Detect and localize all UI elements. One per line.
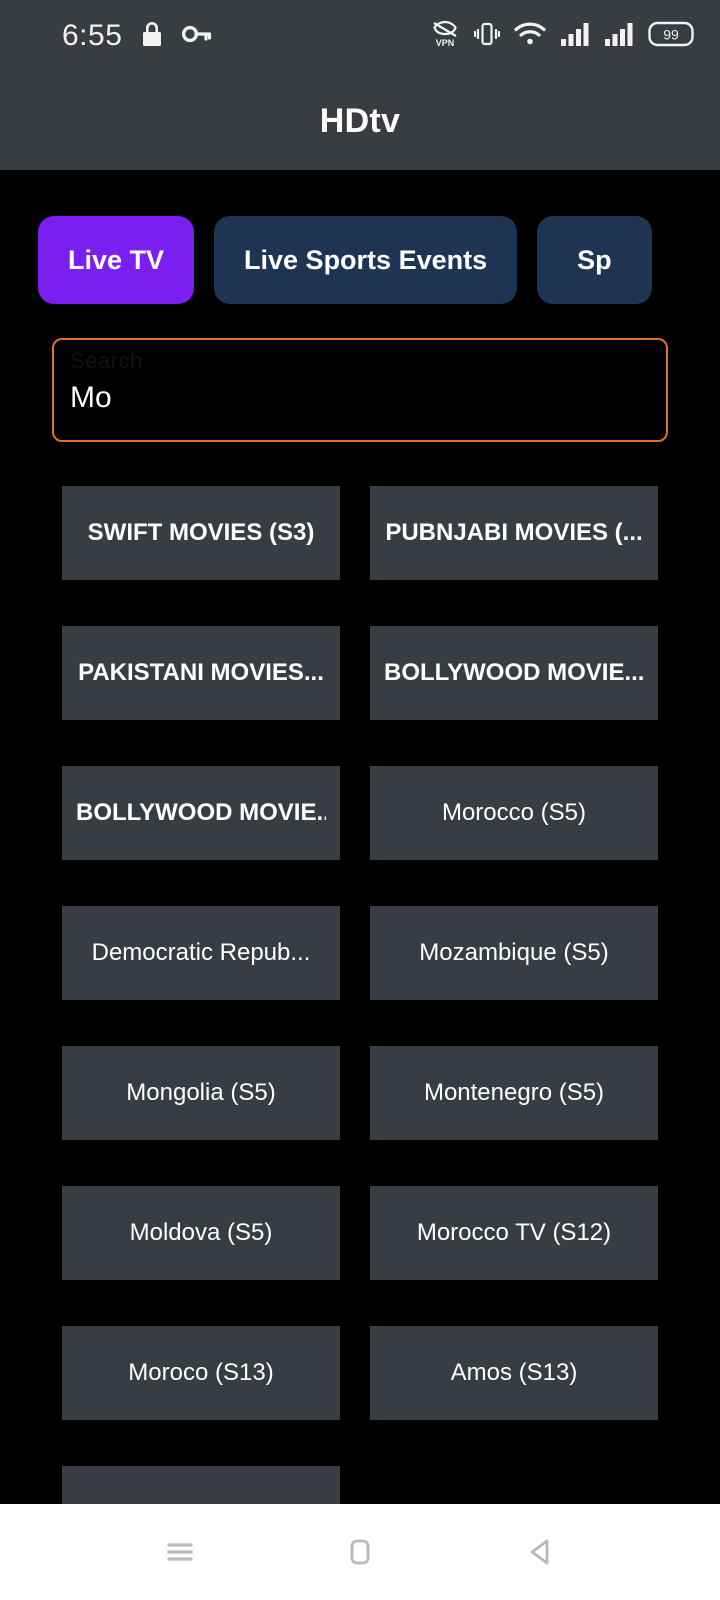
- grid-item[interactable]: Moldova (S5): [62, 1186, 340, 1280]
- grid-item[interactable]: Democratic Repub...: [62, 906, 340, 1000]
- grid-item-label: Democratic Repub...: [91, 939, 311, 966]
- grid-item[interactable]: Amos (S13): [370, 1326, 658, 1420]
- lock-icon: [140, 20, 164, 53]
- grid-item-label: Mozambique (S5): [419, 939, 609, 966]
- system-navigation-bar: [0, 1504, 720, 1600]
- grid-item[interactable]: [62, 1466, 340, 1504]
- signal-bars-icon: [560, 21, 590, 52]
- tab-live-tv[interactable]: Live TV: [38, 216, 195, 304]
- grid-item[interactable]: BOLLYWOOD MOVIE...: [62, 766, 340, 860]
- tab-label: Live TV: [68, 244, 165, 275]
- grid-item-label: Montenegro (S5): [423, 1079, 605, 1106]
- key-icon: [182, 22, 212, 51]
- grid-item[interactable]: PUBNJABI MOVIES (...: [370, 486, 658, 580]
- search-input-value: Mo: [70, 381, 112, 414]
- grid-item-label: Mongolia (S5): [126, 1079, 276, 1106]
- grid-item[interactable]: Morocco TV (S12): [370, 1186, 658, 1280]
- tab-bar[interactable]: Live TV Live Sports Events Sp: [0, 170, 720, 308]
- tab-label: Live Sports Events: [244, 244, 488, 275]
- signal-bars-icon: [604, 21, 634, 52]
- channel-grid: SWIFT MOVIES (S3) PUBNJABI MOVIES (... P…: [0, 486, 720, 1504]
- search-input[interactable]: Search Mo: [52, 338, 668, 442]
- grid-item-label: Moroco (S13): [128, 1359, 274, 1386]
- grid-item-label: Amos (S13): [450, 1359, 578, 1386]
- grid-item[interactable]: Moroco (S13): [62, 1326, 340, 1420]
- battery-icon: 99: [648, 21, 694, 52]
- grid-item-label: SWIFT MOVIES (S3): [87, 519, 315, 546]
- status-bar-left: 6:55: [62, 20, 212, 53]
- grid-item-label: BOLLYWOOD MOVIE...: [384, 659, 644, 686]
- tab-label: Sp: [577, 244, 612, 275]
- grid-item-label: Moldova (S5): [129, 1219, 273, 1246]
- app-title: HDtv: [319, 101, 401, 140]
- grid-item-label: BOLLYWOOD MOVIE...: [76, 799, 326, 826]
- grid-item[interactable]: BOLLYWOOD MOVIE...: [370, 626, 658, 720]
- main-content: Live TV Live Sports Events Sp Search Mo …: [0, 170, 720, 1504]
- status-bar-right: VPN 99: [430, 19, 694, 54]
- vibrate-icon: [473, 20, 501, 53]
- wifi-icon: [514, 21, 546, 52]
- grid-item[interactable]: SWIFT MOVIES (S3): [62, 486, 340, 580]
- grid-item[interactable]: Mongolia (S5): [62, 1046, 340, 1140]
- status-time: 6:55: [62, 19, 123, 52]
- status-bar: 6:55 VPN 99: [0, 0, 720, 72]
- grid-item-label: Morocco (S5): [441, 799, 587, 826]
- battery-level-text: 99: [663, 26, 679, 42]
- back-icon[interactable]: [505, 1517, 575, 1587]
- grid-item-label: Morocco TV (S12): [416, 1219, 612, 1246]
- tab-sports[interactable]: Sp: [537, 216, 652, 304]
- svg-text:VPN: VPN: [436, 38, 455, 48]
- vpn-icon: VPN: [430, 19, 460, 54]
- search-placeholder-label: Search: [70, 348, 143, 373]
- grid-item[interactable]: Morocco (S5): [370, 766, 658, 860]
- grid-item-label: PUBNJABI MOVIES (...: [385, 519, 643, 546]
- tab-live-sports-events[interactable]: Live Sports Events: [214, 216, 518, 304]
- phone-screen: 6:55 VPN 99 HDtv Live TV Live Sports Eve…: [0, 0, 720, 1600]
- search-section: Search Mo: [0, 308, 720, 442]
- grid-item[interactable]: PAKISTANI MOVIES...: [62, 626, 340, 720]
- grid-item[interactable]: Mozambique (S5): [370, 906, 658, 1000]
- recents-icon[interactable]: [145, 1517, 215, 1587]
- grid-item[interactable]: Montenegro (S5): [370, 1046, 658, 1140]
- home-icon[interactable]: [325, 1517, 395, 1587]
- grid-item-label: PAKISTANI MOVIES...: [78, 659, 324, 686]
- app-bar: HDtv: [0, 72, 720, 170]
